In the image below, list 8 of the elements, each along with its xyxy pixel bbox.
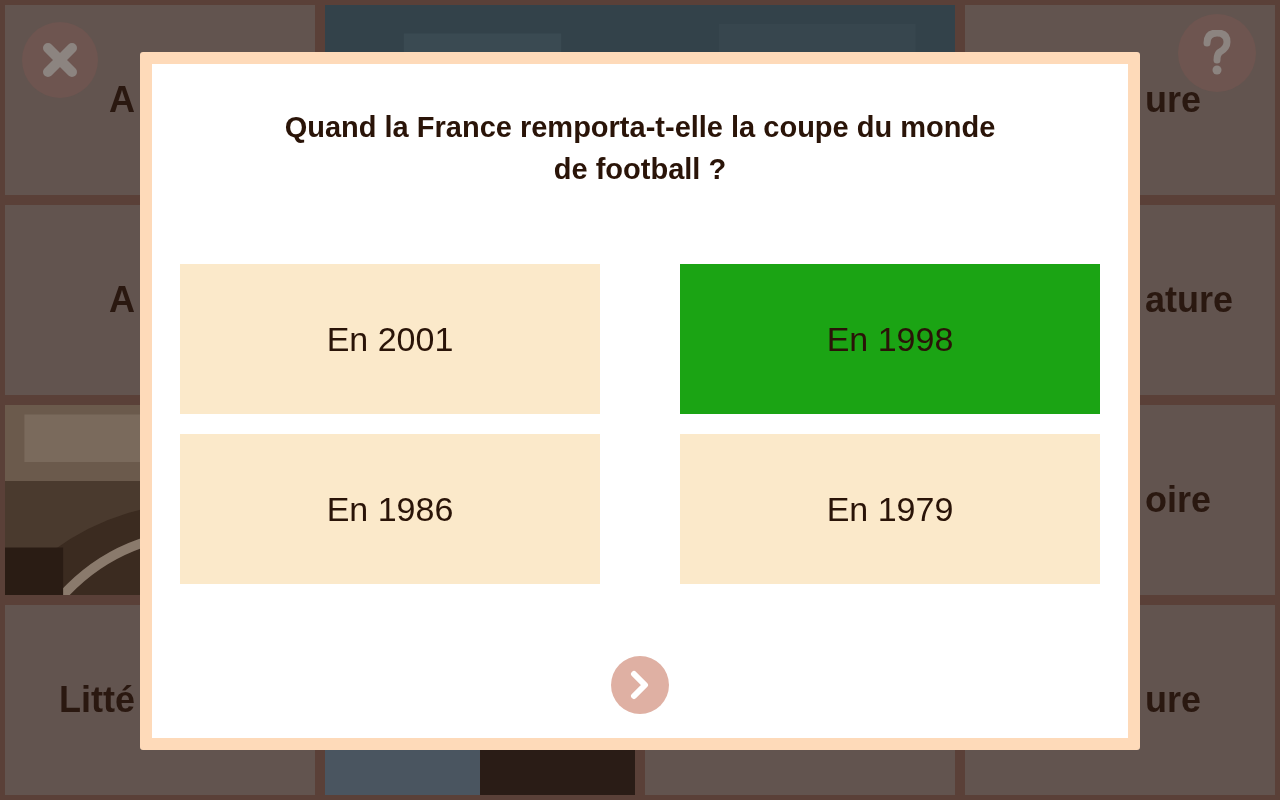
question-text: Quand la France remporta-t-elle la coupe du monde de football ? xyxy=(283,110,997,187)
category-label: ure xyxy=(1145,78,1202,122)
category-label: A xyxy=(109,78,135,122)
category-label: ure xyxy=(1145,678,1202,722)
category-label: ature xyxy=(1145,278,1234,322)
category-label: A xyxy=(109,278,135,322)
category-label: oire xyxy=(1145,478,1212,522)
category-label: Litté xyxy=(59,678,135,722)
